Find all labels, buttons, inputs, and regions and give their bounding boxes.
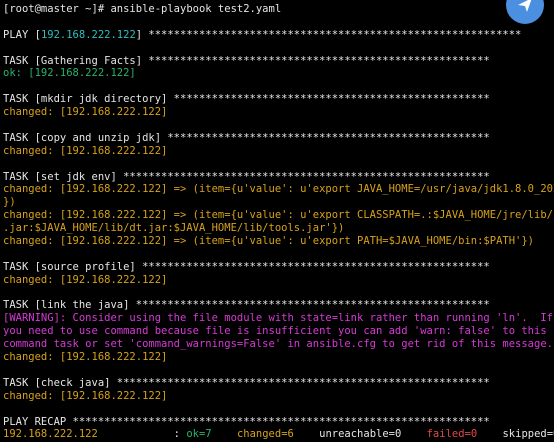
terminal-line: }) [3,196,554,209]
terminal-text-ok: ok: [192.168.222.122] [3,67,136,80]
terminal-text-default: PLAY RECAP *****************************… [3,415,490,428]
terminal-text-warning: [WARNING]: Consider using the file modul… [3,312,553,325]
terminal-text-default: skipped=0 [477,428,554,441]
terminal-text-changed: changed: [192.168.222.122] => (item={u'v… [3,183,554,196]
terminal-line: [root@master ~]# ansible-playbook test2.… [3,3,554,16]
terminal-line: command task or set 'command_warnings=Fa… [3,338,554,351]
terminal-line: TASK [source profile] ******************… [3,261,554,274]
terminal-line: TASK [check java] **********************… [3,377,554,390]
terminal-text-default: TASK [copy and unzip jdk] **************… [3,131,490,144]
terminal-text-default: : [97,428,187,441]
send-icon [518,0,532,12]
terminal-text-changed: changed: [192.168.222.122] [3,351,168,364]
terminal-line: .jar:$JAVA_HOME/lib/dt.jar:$JAVA_HOME/li… [3,222,554,235]
terminal-text-changed: changed: [192.168.222.122] [3,273,168,286]
terminal-text-changed: .jar:$JAVA_HOME/lib/dt.jar:$JAVA_HOME/li… [3,222,345,235]
terminal-text-changed: changed: [192.168.222.122] [3,106,168,119]
terminal-text-default: TASK [link the java] *******************… [3,299,490,312]
terminal-line: changed: [192.168.222.122] [3,351,554,364]
terminal-output[interactable]: [root@master ~]# ansible-playbook test2.… [0,0,554,442]
terminal-text-default: unreachable=0 [293,428,427,441]
terminal-line: changed: [192.168.222.122] [3,106,554,119]
terminal-line: TASK [copy and unzip jdk] **************… [3,132,554,145]
terminal-text-failed: failed=0 [426,428,478,441]
terminal-line: changed: [192.168.222.122] => (item={u'v… [3,235,554,248]
terminal-text-changed: changed=6 [236,428,294,441]
terminal-line: [WARNING]: Consider using the file modul… [3,312,554,325]
terminal-text-host: 192.168.222.122 [40,28,136,41]
terminal-text-default: TASK [source profile] ******************… [3,260,490,273]
terminal-text-changed: }) [3,196,16,209]
terminal-line: PLAY [192.168.222.122] *****************… [3,29,554,42]
terminal-text-default: TASK [set jdk env] *********************… [3,170,490,183]
terminal-text-default: ] **************************************… [135,28,522,41]
terminal-text-default: [root@master ~]# ansible-playbook test2.… [3,3,282,15]
terminal-text-changed: changed: [192.168.222.122] => (item={u'v… [3,209,554,222]
terminal-text-warning: command task or set 'command_warnings=Fa… [3,338,553,351]
terminal-line: ok: [192.168.222.122] [3,67,554,80]
terminal-line: TASK [mkdir jdk directory] *************… [3,93,554,106]
terminal-text-ok: ok=7 [186,428,212,441]
terminal-line: 192.168.222.122 : ok=7 changed=6 unreach… [3,428,554,441]
terminal-line: changed: [192.168.222.122] => (item={u'v… [3,209,554,222]
terminal-line: PLAY RECAP *****************************… [3,416,554,429]
terminal-text-changed: changed: [192.168.222.122] [3,144,168,157]
terminal-line: TASK [Gathering Facts] *****************… [3,55,554,68]
terminal-text-default [212,428,237,440]
terminal-line: you need to use command because file is … [3,325,554,338]
terminal-text-default: TASK [mkdir jdk directory] *************… [3,93,490,106]
terminal-text-default: TASK [Gathering Facts] *****************… [3,54,490,67]
terminal-text-changed: 192.168.222.122 [3,428,98,441]
terminal-text-changed: changed: [192.168.222.122] => (item={u'v… [3,235,535,248]
terminal-line: changed: [192.168.222.122] [3,145,554,158]
terminal-line: changed: [192.168.222.122] [3,274,554,287]
terminal-text-default: TASK [check java] **********************… [3,376,490,389]
terminal-line: changed: [192.168.222.122] [3,390,554,403]
terminal-line: changed: [192.168.222.122] => (item={u'v… [3,183,554,196]
terminal-line: TASK [set jdk env] *********************… [3,171,554,184]
terminal-text-changed: changed: [192.168.222.122] [3,389,168,402]
terminal-line: TASK [link the java] *******************… [3,299,554,312]
terminal-text-default: PLAY [ [3,28,41,41]
terminal-text-warning: you need to use command because file is … [3,325,547,338]
